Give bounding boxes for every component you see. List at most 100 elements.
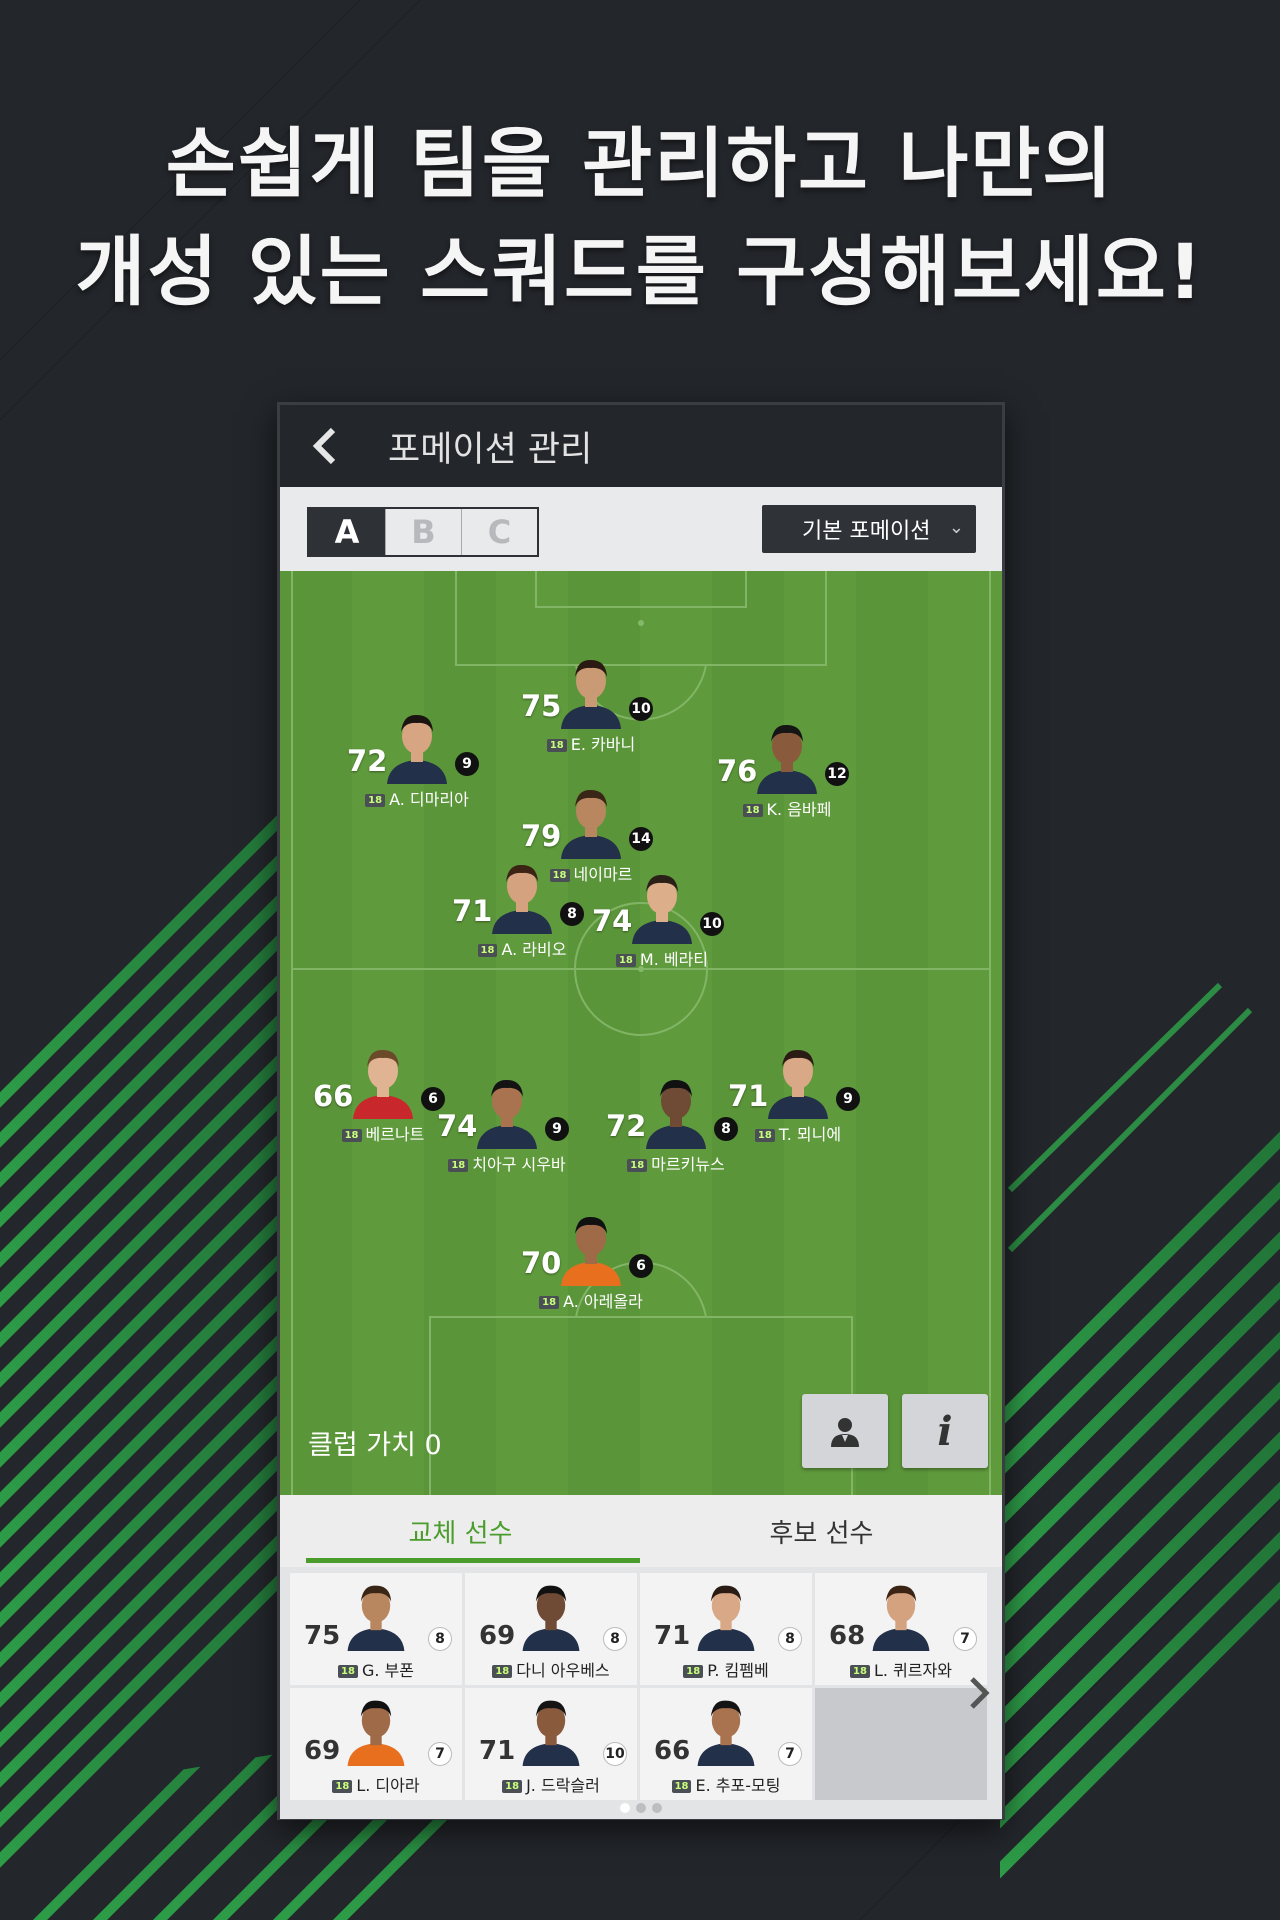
player-ovr: 75 xyxy=(304,1621,341,1651)
tab-substitutes[interactable]: 교체 선수 xyxy=(280,1495,641,1567)
season-badge: 18 xyxy=(338,1665,358,1678)
season-badge: 18 xyxy=(332,1780,353,1793)
back-button[interactable] xyxy=(302,416,348,476)
season-badge: 18 xyxy=(492,1665,513,1678)
starter-player[interactable]: 66 6 18 베르나트 xyxy=(313,1043,453,1163)
season-badge: 18 xyxy=(754,1129,775,1142)
player-name-row: 18 A. 디마리아 xyxy=(347,786,487,810)
starter-player[interactable]: 72 9 18 A. 디마리아 xyxy=(347,708,487,828)
player-portrait xyxy=(870,1579,932,1651)
player-name-row: 18 E. 추포-모팅 xyxy=(640,1772,812,1796)
season-badge: 18 xyxy=(365,794,386,807)
player-ovr: 71 xyxy=(654,1621,691,1651)
substitute-card[interactable]: 69 7 18 L. 디아라 xyxy=(290,1688,462,1800)
starter-player[interactable]: 72 8 18 마르키뉴스 xyxy=(606,1073,746,1193)
player-portrait xyxy=(695,1579,757,1651)
substitute-card[interactable]: 66 7 18 E. 추포-모팅 xyxy=(640,1688,812,1800)
player-ovr: 66 xyxy=(654,1736,691,1766)
player-portrait xyxy=(520,1694,582,1766)
substitute-card[interactable]: 69 8 18 다니 아우베스 xyxy=(465,1573,637,1685)
info-button[interactable]: i xyxy=(902,1394,988,1468)
player-name: E. 카바니 xyxy=(570,735,636,754)
player-upgrade-level: 10 xyxy=(629,697,653,721)
player-name: A. 디마리아 xyxy=(389,790,469,809)
player-ovr: 66 xyxy=(313,1079,354,1113)
player-name-row: 18 베르나트 xyxy=(313,1121,453,1145)
player-name: A. 라비오 xyxy=(501,940,567,959)
squad-tab-b[interactable]: B xyxy=(385,509,461,555)
player-portrait xyxy=(490,858,554,934)
season-badge: 18 xyxy=(615,954,636,967)
player-view-button[interactable] xyxy=(802,1394,888,1468)
player-name-row: 18 치아구 시우바 xyxy=(437,1151,577,1175)
player-name: 베르나트 xyxy=(365,1125,425,1144)
player-name: P. 킴펨베 xyxy=(707,1661,769,1680)
starter-player[interactable]: 75 10 18 E. 카바니 xyxy=(521,653,661,773)
substitute-card[interactable]: 75 8 18 G. 부폰 xyxy=(290,1573,462,1685)
player-name-row: 18 E. 카바니 xyxy=(521,731,661,755)
formation-dropdown[interactable]: 기본 포메이션 ⌄ xyxy=(762,505,976,553)
substitutes-grid: 75 8 18 G. 부폰 69 8 18 다니 아우베스 71 8 18 P. 킴펨베 68 7 18 L.… xyxy=(290,1573,990,1800)
starter-player[interactable]: 76 12 18 K. 음바페 xyxy=(717,718,857,838)
player-ovr: 69 xyxy=(304,1736,341,1766)
player-name: 다니 아우베스 xyxy=(516,1661,610,1680)
substitute-card[interactable]: 71 10 18 J. 드락슬러 xyxy=(465,1688,637,1800)
player-upgrade-level: 9 xyxy=(836,1087,860,1111)
season-badge: 18 xyxy=(539,1296,560,1309)
active-tab-underline xyxy=(306,1558,640,1563)
starter-player[interactable]: 74 9 18 치아구 시우바 xyxy=(437,1073,577,1193)
player-name: L. 디아라 xyxy=(356,1776,420,1795)
squad-tab-group: A B C xyxy=(307,507,539,557)
player-upgrade-level: 6 xyxy=(629,1254,653,1278)
player-upgrade-level: 7 xyxy=(953,1627,977,1651)
tab-reserves[interactable]: 후보 선수 xyxy=(641,1495,1002,1567)
player-portrait xyxy=(559,1210,623,1286)
substitute-card[interactable]: 71 8 18 P. 킴펨베 xyxy=(640,1573,812,1685)
back-arrow-icon xyxy=(312,427,336,465)
starter-player[interactable]: 74 10 18 M. 베라티 xyxy=(592,868,732,988)
player-name-row: 18 마르키뉴스 xyxy=(606,1151,746,1175)
chevron-down-icon: ⌄ xyxy=(948,517,964,538)
player-portrait xyxy=(559,783,623,859)
season-badge: 18 xyxy=(477,944,498,957)
page-indicator xyxy=(280,1803,1002,1813)
player-ovr: 72 xyxy=(347,744,388,778)
player-name-row: 18 A. 아레올라 xyxy=(521,1288,661,1312)
headline-line-1: 손쉽게 팀을 관리하고 나만의 xyxy=(165,119,1115,208)
season-badge: 18 xyxy=(341,1129,362,1142)
player-portrait xyxy=(475,1073,539,1149)
substitute-card[interactable]: 68 7 18 L. 퀴르자와 xyxy=(815,1573,987,1685)
player-upgrade-level: 9 xyxy=(455,752,479,776)
starter-player[interactable]: 71 9 18 T. 뫼니에 xyxy=(728,1043,868,1163)
player-portrait xyxy=(644,1073,708,1149)
next-page-button[interactable] xyxy=(964,1671,994,1715)
squad-tab-a[interactable]: A xyxy=(309,509,385,555)
season-badge: 18 xyxy=(502,1780,523,1793)
phone-screen: 포메이션 관리 A B C 기본 포메이션 ⌄ 75 10 18 E. 카바니 … xyxy=(277,402,1005,1820)
player-name-row: 18 M. 베라티 xyxy=(592,946,732,970)
info-icon: i xyxy=(937,1407,953,1455)
player-name-row: 18 G. 부폰 xyxy=(290,1657,462,1681)
player-name-row: 18 K. 음바페 xyxy=(717,796,857,820)
player-ovr: 74 xyxy=(592,904,633,938)
player-name: J. 드락슬러 xyxy=(526,1776,600,1795)
player-ovr: 69 xyxy=(479,1621,516,1651)
player-name: M. 베라티 xyxy=(639,950,709,969)
player-upgrade-level: 10 xyxy=(603,1742,627,1766)
squad-tab-c[interactable]: C xyxy=(461,509,537,555)
player-ovr: 68 xyxy=(829,1621,866,1651)
player-name: A. 아레올라 xyxy=(563,1292,643,1311)
formation-dropdown-label: 기본 포메이션 xyxy=(802,519,931,544)
player-portrait xyxy=(695,1694,757,1766)
player-name-row: 18 L. 디아라 xyxy=(290,1772,462,1796)
player-portrait xyxy=(345,1694,407,1766)
starter-player[interactable]: 71 8 18 A. 라비오 xyxy=(452,858,592,978)
page-title: 포메이션 관리 xyxy=(388,429,593,470)
chevron-right-icon xyxy=(970,1677,990,1709)
player-ovr: 71 xyxy=(479,1736,516,1766)
starter-player[interactable]: 70 6 18 A. 아레올라 xyxy=(521,1210,661,1330)
headline-line-2: 개성 있는 스쿼드를 구성해보세요! xyxy=(75,227,1205,316)
season-badge: 18 xyxy=(683,1665,704,1678)
player-portrait xyxy=(385,708,449,784)
player-name-row: 18 L. 퀴르자와 xyxy=(815,1657,987,1681)
